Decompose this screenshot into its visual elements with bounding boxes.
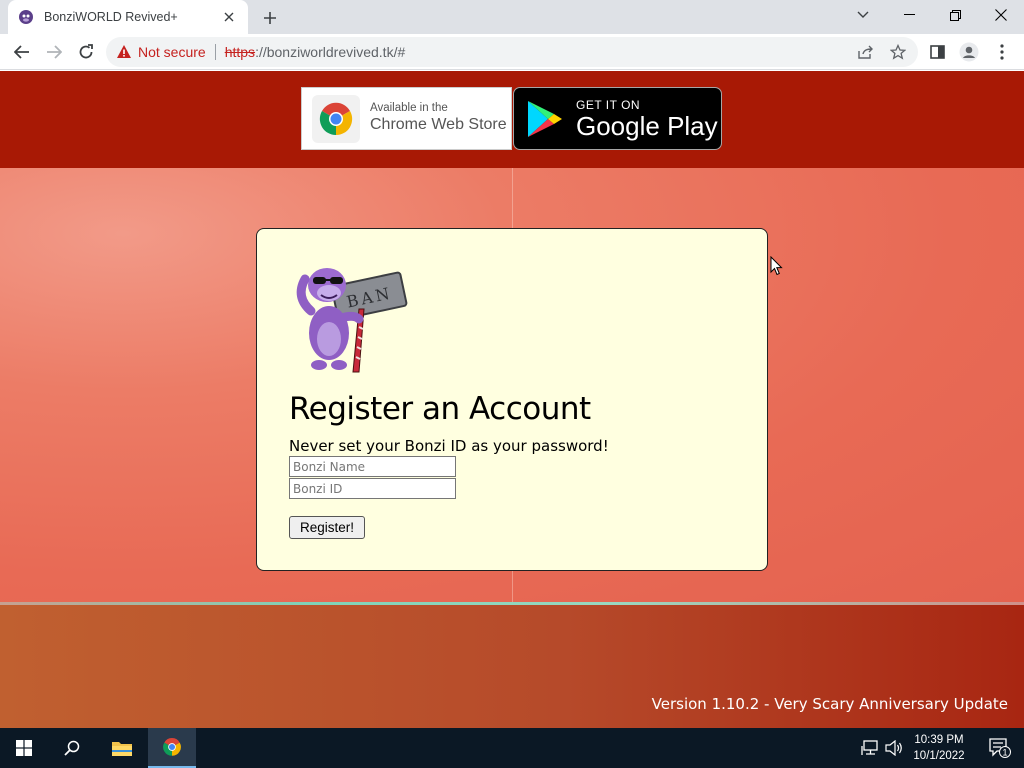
taskbar-clock[interactable]: 10:39 PM 10/1/2022 bbox=[906, 732, 972, 764]
google-play-small-text: GET IT ON bbox=[576, 97, 641, 112]
kebab-menu-icon[interactable] bbox=[988, 38, 1016, 66]
address-bar[interactable]: Not secure https ://bonziworldrevived.tk… bbox=[106, 37, 918, 67]
bonzi-favicon-icon bbox=[19, 10, 33, 24]
password-warning: Never set your Bonzi ID as your password… bbox=[289, 437, 609, 455]
register-card: BAN Register an Account Never set your B… bbox=[256, 228, 768, 571]
google-play-badge[interactable]: GET IT ON Google Play bbox=[513, 87, 722, 150]
notification-center-icon[interactable]: 1 bbox=[976, 728, 1024, 768]
side-panel-icon[interactable] bbox=[923, 38, 951, 66]
background-glow-line bbox=[0, 602, 1024, 605]
volume-icon[interactable] bbox=[880, 728, 908, 768]
warning-triangle-icon bbox=[117, 45, 131, 58]
forward-arrow-icon[interactable] bbox=[40, 38, 68, 66]
header-bar: Available in the Chrome Web Store GET IT… bbox=[0, 71, 1024, 168]
tab-search-chevron-icon[interactable] bbox=[840, 0, 886, 30]
back-arrow-icon[interactable] bbox=[8, 38, 36, 66]
restore-icon[interactable] bbox=[932, 0, 978, 30]
url-text: ://bonziworldrevived.tk/# bbox=[255, 44, 406, 60]
chrome-badge-big-text: Chrome Web Store bbox=[370, 116, 507, 133]
clock-date: 10/1/2022 bbox=[913, 750, 965, 762]
browser-tab[interactable]: BonziWORLD Revived+ bbox=[8, 0, 248, 34]
bookmark-star-icon[interactable] bbox=[884, 38, 912, 66]
omnibox-divider bbox=[214, 44, 216, 60]
google-play-logo-icon bbox=[528, 100, 562, 137]
tab-strip: BonziWORLD Revived+ bbox=[0, 0, 1024, 34]
version-text: Version 1.10.2 - Very Scary Anniversary … bbox=[651, 695, 1008, 713]
close-tab-icon[interactable] bbox=[220, 8, 238, 26]
clock-time: 10:39 PM bbox=[914, 734, 964, 746]
windows-start-icon[interactable] bbox=[0, 728, 48, 768]
mouse-cursor-icon bbox=[770, 256, 783, 276]
security-status[interactable]: Not secure bbox=[138, 44, 206, 60]
reload-icon[interactable] bbox=[72, 38, 100, 66]
chrome-logo-icon bbox=[312, 94, 360, 143]
chrome-web-store-badge[interactable]: Available in the Chrome Web Store bbox=[301, 87, 512, 150]
tab-title: BonziWORLD Revived+ bbox=[44, 10, 178, 24]
register-button[interactable]: Register! bbox=[289, 516, 366, 539]
bonzi-name-input[interactable] bbox=[289, 456, 456, 477]
bonzi-id-input[interactable] bbox=[289, 478, 456, 499]
chrome-taskbar-icon[interactable] bbox=[148, 728, 196, 768]
profile-avatar-icon[interactable] bbox=[955, 38, 983, 66]
close-window-icon[interactable] bbox=[978, 0, 1024, 30]
register-title: Register an Account bbox=[289, 391, 591, 427]
file-explorer-icon[interactable] bbox=[98, 728, 146, 768]
minimize-icon[interactable] bbox=[886, 0, 932, 30]
search-icon[interactable] bbox=[48, 728, 96, 768]
url-scheme: https bbox=[224, 44, 256, 60]
google-play-big-text: Google Play bbox=[576, 110, 718, 141]
web-page: Available in the Chrome Web Store GET IT… bbox=[0, 71, 1024, 728]
chrome-badge-small-text: Available in the bbox=[370, 102, 448, 114]
new-tab-icon[interactable] bbox=[258, 6, 282, 30]
bonzi-ban-hammer-mascot-icon: BAN bbox=[296, 268, 408, 373]
windows-taskbar: 10:39 PM 10/1/2022 1 bbox=[0, 728, 1024, 768]
browser-toolbar: Not secure https ://bonziworldrevived.tk… bbox=[0, 34, 1024, 70]
svg-text:1: 1 bbox=[1002, 748, 1007, 758]
share-icon[interactable] bbox=[852, 38, 880, 66]
